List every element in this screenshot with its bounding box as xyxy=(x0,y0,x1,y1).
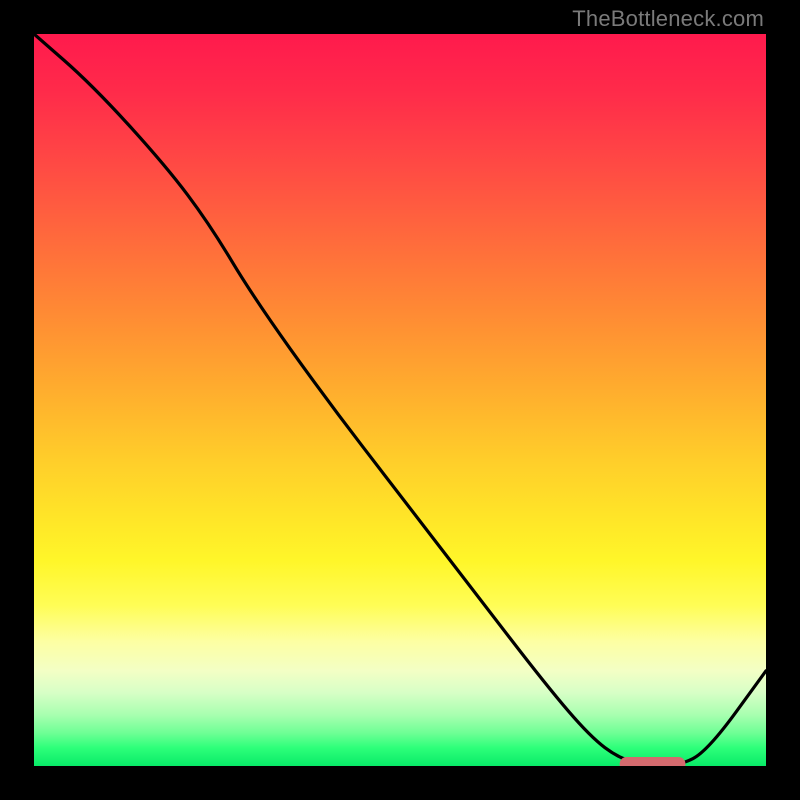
chart-frame: TheBottleneck.com xyxy=(0,0,800,800)
plot-area xyxy=(34,34,766,766)
optimal-range-marker xyxy=(34,34,766,766)
watermark-text: TheBottleneck.com xyxy=(572,6,764,32)
